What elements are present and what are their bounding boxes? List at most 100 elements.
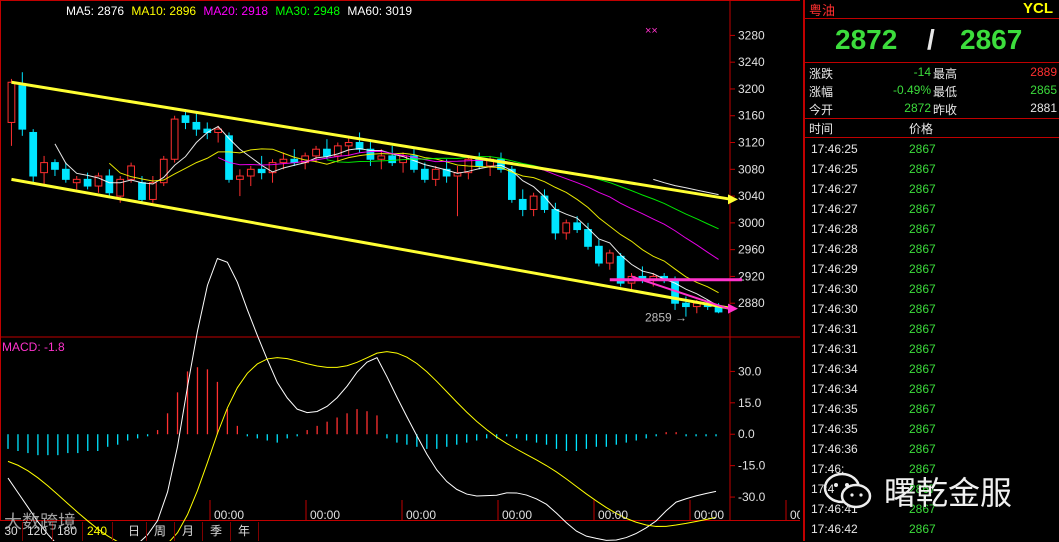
ma-legend-item: MA10: 2896 (131, 4, 196, 18)
tick-row: 17:46:34 2867 (809, 362, 1059, 382)
period-tab[interactable]: 年 (230, 522, 259, 541)
candle-body (605, 252, 614, 264)
kline-chart-area[interactable]: 3280 3240 3200 3160 3120 3080 3040 3000 2960 2920… (0, 0, 800, 541)
high-label: 最高 (933, 67, 958, 81)
tick-price: 2867 (909, 302, 936, 316)
time-tick-label: 00:00 (214, 508, 244, 522)
candle-body (192, 121, 201, 130)
period-tab[interactable]: 周 (146, 522, 175, 541)
watermark-overlay: 大数跨境 (4, 512, 76, 532)
tick-row: 17:46:25 2867 (809, 162, 1059, 182)
candle-body (420, 168, 429, 180)
candle-body (507, 168, 516, 200)
tick-row: 17:46:30 2867 (809, 302, 1059, 322)
candle-body (105, 175, 114, 194)
candle-body (181, 115, 190, 123)
candle-body (323, 148, 331, 157)
tick-price: 2867 (909, 362, 936, 376)
time-tick-label: 00:00 (694, 508, 724, 522)
time-tick-label: 00:00 (310, 508, 340, 522)
candle-body (529, 195, 538, 210)
tick-row: 17:46:29 2867 (809, 262, 1059, 282)
price-tick-label: 3040 (738, 189, 765, 203)
macd-tick-label: -30.0 (738, 490, 766, 504)
tick-price: 2867 (909, 402, 936, 416)
candle-body (682, 302, 690, 308)
tick-header-time: 时间 (809, 122, 834, 136)
price-separator: / (927, 24, 935, 55)
tick-price: 2867 (909, 382, 936, 396)
tick-price: 2867 (909, 282, 936, 296)
price-tick-label: 3080 (738, 162, 765, 176)
prev-close-label: 昨收 (933, 103, 958, 117)
period-tab[interactable]: 季 (202, 522, 231, 541)
change-value: -14 (913, 65, 931, 79)
change-label: 涨跌 (809, 67, 834, 81)
last-price: 2872 (835, 24, 898, 55)
candle-body (40, 162, 48, 174)
watermark: 曙乾金服 (822, 468, 1012, 514)
tick-row: 17:46:30 2867 (809, 282, 1059, 302)
time-tick-label: 00:00 (502, 508, 532, 522)
tick-time: 17:46:31 (811, 322, 858, 336)
ma-legend-item: MA5: 2876 (66, 4, 124, 18)
tick-time: 17:46:30 (811, 282, 858, 296)
tick-row: 17:46:27 2867 (809, 182, 1059, 202)
instrument-name: 粤油 (809, 3, 836, 18)
tick-row: 17:46:31 2867 (809, 342, 1059, 362)
candle-body (61, 168, 70, 180)
tick-time: 17:46:28 (811, 242, 858, 256)
wechat-icon (823, 472, 872, 509)
time-tick-label: 00:00 (406, 508, 436, 522)
candle-body (279, 158, 288, 164)
period-tab[interactable]: 日 (122, 522, 147, 541)
tick-time: 17:46:30 (811, 302, 858, 316)
period-tab[interactable]: 240 (82, 522, 113, 541)
tick-price: 2867 (909, 182, 936, 196)
time-tick-label: 00:00 (598, 508, 628, 522)
tick-time: 17:46:35 (811, 402, 858, 416)
period-tab[interactable]: 月 (174, 522, 203, 541)
instrument-code: YCL (1023, 0, 1053, 17)
macd-tick-label: 0.0 (738, 427, 755, 441)
tick-row: 17:46:27 2867 (809, 202, 1059, 222)
open-label: 今开 (809, 103, 834, 117)
tick-row: 17:46:28 2867 (809, 222, 1059, 242)
tick-price: 2867 (909, 522, 936, 536)
candle-body (236, 175, 244, 180)
tick-price: 2867 (909, 222, 936, 236)
low-annotation: 2859 → (645, 310, 687, 324)
tick-time: 17:46:34 (811, 382, 858, 396)
tick-time: 17:46:29 (811, 262, 858, 276)
tick-time: 17:46:25 (811, 142, 858, 156)
macd-dif-line (7, 257, 717, 541)
macd-tick-label: -15.0 (738, 459, 766, 473)
tick-row: 17:46:34 2867 (809, 382, 1059, 402)
candle-body (246, 168, 255, 177)
quote-panel: 粤油 YCL 2872 / 2867 涨跌 -14 最高 2889 涨幅 -0.… (803, 0, 1059, 541)
macd-tick-label: 30.0 (738, 364, 762, 378)
ma-legend-item: MA20: 2918 (203, 4, 268, 18)
ask-price: 2867 (960, 24, 1023, 55)
change-pct-value: -0.49% (892, 83, 931, 97)
candle-body (518, 198, 527, 210)
candle-body (551, 208, 560, 234)
candle-body (540, 195, 549, 210)
time-tick-label: 00:00 (790, 508, 800, 522)
candle-body (377, 155, 386, 160)
watermark-brand: 曙乾金服 (884, 474, 1013, 512)
tick-price: 2867 (909, 322, 936, 336)
tick-time: 17:46:31 (811, 342, 858, 356)
tick-row: 17:46:35 2867 (809, 402, 1059, 422)
price-tick-label: 3240 (738, 55, 765, 69)
tick-price: 2867 (909, 342, 936, 356)
candle-body (138, 182, 146, 200)
tick-time: 17:46:34 (811, 362, 858, 376)
candle-body (148, 182, 157, 200)
tick-row: 17:46:25 2867 (809, 142, 1059, 162)
candle-body (344, 142, 353, 147)
tick-price: 2867 (909, 142, 936, 156)
high-value: 2889 (1030, 65, 1057, 79)
marker-symbol: ×× (645, 25, 658, 37)
lower-channel-line (11, 177, 733, 311)
